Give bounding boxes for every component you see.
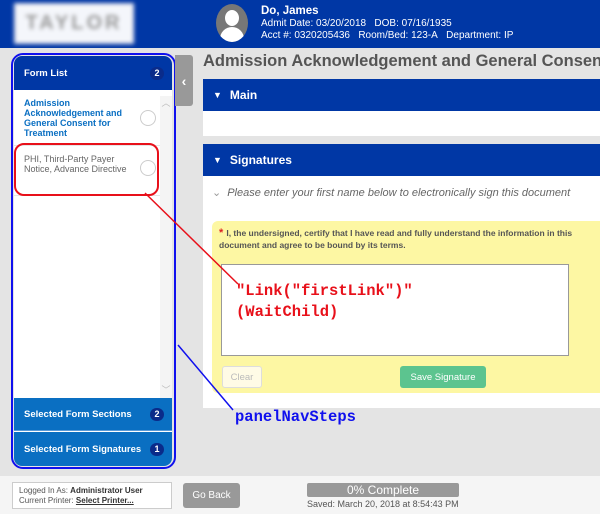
link-annotation: "Link("firstLink")" — [236, 282, 413, 300]
instruction: ⌄ Please enter your first name below to e… — [212, 186, 570, 199]
clear-button[interactable]: Clear — [222, 366, 262, 388]
saved-status: Saved: March 20, 2018 at 8:54:43 PM — [307, 499, 459, 509]
logged-in-user: Administrator User — [70, 486, 143, 495]
room: Room/Bed: 123-A — [358, 30, 438, 41]
save-signature-button[interactable]: Save Signature — [400, 366, 486, 388]
page-title: Admission Acknowledgement and General Co… — [203, 52, 600, 70]
admit-date: Admit Date: 03/20/2018 — [261, 18, 367, 29]
main-section-header[interactable]: ▼ Main — [203, 79, 600, 111]
printer-label: Current Printer: — [19, 496, 74, 505]
panel-annotation: panelNavSteps — [235, 408, 356, 426]
department: Department: IP — [446, 30, 514, 41]
certify-text: * I, the undersigned, certify that I hav… — [219, 227, 599, 251]
instruction-text: Please enter your first name below to el… — [227, 187, 571, 199]
certify-label: I, the undersigned, certify that I have … — [219, 228, 573, 250]
logo: TAYLOR — [14, 3, 134, 44]
avatar-icon — [216, 4, 248, 42]
main-section-label: Main — [229, 88, 258, 102]
chevron-down-icon: ▼ — [213, 90, 222, 100]
chevron-down-icon: ▼ — [213, 155, 222, 165]
signatures-section-label: Signatures — [229, 153, 292, 167]
collapse-sidebar-button[interactable]: ‹ — [175, 55, 193, 106]
logged-in-label: Logged In As: — [19, 486, 68, 495]
chevron-down-icon: ⌄ — [212, 187, 222, 199]
main-section-body — [203, 111, 600, 136]
waitchild-annotation: (WaitChild) — [236, 303, 339, 321]
select-printer-link[interactable]: Select Printer... — [76, 496, 134, 505]
patient-info: Do, James Admit Date: 03/20/2018 DOB: 07… — [261, 4, 513, 42]
dob: DOB: 07/16/1935 — [374, 18, 452, 29]
first-link-highlight — [14, 143, 159, 196]
acct: Acct #: 0320205436 — [261, 30, 350, 41]
patient-header: TAYLOR Do, James Admit Date: 03/20/2018 … — [0, 0, 600, 48]
progress-bar: 0% Complete — [307, 483, 459, 497]
signatures-section-header[interactable]: ▼ Signatures — [203, 144, 600, 176]
chevron-left-icon: ‹ — [181, 72, 187, 89]
panel-highlight — [11, 53, 176, 469]
go-back-button[interactable]: Go Back — [183, 483, 240, 508]
login-info: Logged In As: Administrator User Current… — [12, 482, 172, 509]
patient-name: Do, James — [261, 5, 319, 17]
